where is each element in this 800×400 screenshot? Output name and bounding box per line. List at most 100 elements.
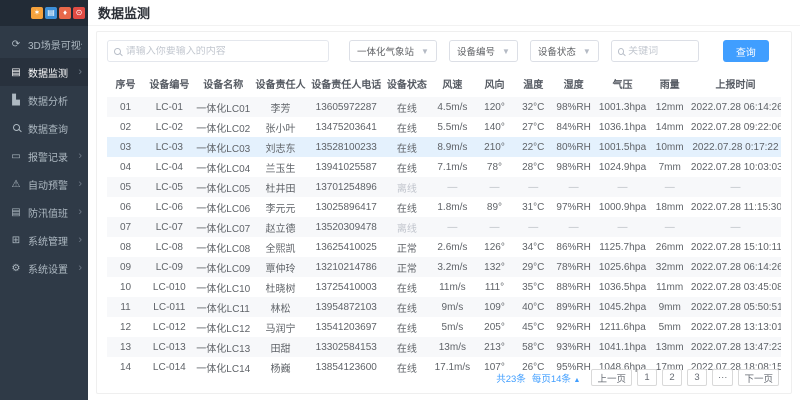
table-cell: 13 bbox=[107, 337, 144, 357]
filter-bar: 一体化气象站 ▼ 设备编号 ▼ 设备状态 ▼ 查询 bbox=[97, 32, 791, 68]
launcher-coral-icon[interactable]: ♦ bbox=[59, 7, 71, 19]
table-cell: 2022.07.28 03:45:08 bbox=[690, 277, 781, 297]
table-row[interactable]: 10LC-010一体化LC10杜晓树13725410003在线11m/s111°… bbox=[107, 277, 781, 297]
sidebar-item-data-query[interactable]: 数据查询 bbox=[0, 114, 88, 142]
launcher-blue-icon[interactable]: ▤ bbox=[45, 7, 57, 19]
table-row[interactable]: 07LC-07一体化LC07赵立德13520309478离线——————— bbox=[107, 217, 781, 237]
table-cell: 1036.1hpa bbox=[596, 117, 650, 137]
launcher-orange-icon[interactable]: ✶ bbox=[31, 7, 43, 19]
search-input-wrapper bbox=[107, 40, 329, 62]
table-cell: — bbox=[649, 217, 689, 237]
sidebar-item-label: 防汛值班 bbox=[28, 205, 78, 220]
table-cell: LC-010 bbox=[144, 277, 195, 297]
table-cell: 58°C bbox=[515, 337, 552, 357]
table-cell: 80%RH bbox=[552, 137, 596, 157]
table-cell: 杜井田 bbox=[252, 177, 309, 197]
device-number-dropdown[interactable]: 设备编号 ▼ bbox=[449, 40, 518, 62]
table-cell: 3.2m/s bbox=[430, 257, 474, 277]
table-cell: LC-01 bbox=[144, 97, 195, 117]
page-size-select[interactable]: 每页14条 ▲ bbox=[532, 371, 581, 385]
table-cell: 一体化LC12 bbox=[195, 317, 252, 337]
search-input[interactable] bbox=[126, 46, 322, 57]
keyword-input[interactable] bbox=[628, 46, 692, 57]
globe-icon: ⟳ bbox=[9, 39, 23, 50]
table-row[interactable]: 01LC-01一体化LC01李芳13605972287在线4.5m/s120°3… bbox=[107, 97, 781, 117]
station-type-dropdown[interactable]: 一体化气象站 ▼ bbox=[349, 40, 437, 62]
sidebar-item-system-settings[interactable]: ⚙ 系统设置 › bbox=[0, 254, 88, 282]
table-cell: 40°C bbox=[515, 297, 552, 317]
page-number-buttons: 123 bbox=[637, 369, 707, 386]
device-table-wrapper: 序号设备编号设备名称设备责任人设备责任人电话设备状态风速风向温度湿度气压雨量上报… bbox=[97, 68, 791, 364]
table-cell: 一体化LC11 bbox=[195, 297, 252, 317]
table-cell: 13025896417 bbox=[309, 197, 383, 217]
table-cell: 13625410025 bbox=[309, 237, 383, 257]
table-cell: 7mm bbox=[649, 157, 689, 177]
device-table: 序号设备编号设备名称设备责任人设备责任人电话设备状态风速风向温度湿度气压雨量上报… bbox=[107, 70, 781, 377]
table-cell: 92%RH bbox=[552, 317, 596, 337]
table-cell: 2022.07.28 10:03:03 bbox=[690, 157, 781, 177]
table-cell: — bbox=[515, 177, 552, 197]
table-row[interactable]: 06LC-06一体化LC06李元元13025896417在线1.8m/s89°3… bbox=[107, 197, 781, 217]
sidebar-item-alarm-records[interactable]: ▭ 报警记录 › bbox=[0, 142, 88, 170]
table-cell: 2022.07.28 05:50:51 bbox=[690, 297, 781, 317]
table-row[interactable]: 08LC-08一体化LC08全熙凯13625410025正常2.6m/s126°… bbox=[107, 237, 781, 257]
chevron-right-icon: › bbox=[78, 234, 82, 246]
table-row[interactable]: 13LC-013一体化LC13田甜13302584153在线13m/s213°5… bbox=[107, 337, 781, 357]
table-cell: 06 bbox=[107, 197, 144, 217]
table-cell: 1000.9hpa bbox=[596, 197, 650, 217]
table-cell: 07 bbox=[107, 217, 144, 237]
table-cell: LC-07 bbox=[144, 217, 195, 237]
table-cell: 10mm bbox=[649, 137, 689, 157]
table-cell: 18mm bbox=[649, 197, 689, 217]
sidebar-item-data-monitor[interactable]: ▤ 数据监测 › bbox=[0, 58, 88, 86]
column-header: 设备名称 bbox=[195, 70, 252, 97]
table-cell: 5mm bbox=[649, 317, 689, 337]
page-button-1[interactable]: 1 bbox=[637, 369, 657, 386]
prev-page-button[interactable]: 上一页 bbox=[591, 369, 632, 386]
table-cell: 4.5m/s bbox=[430, 97, 474, 117]
table-cell: 1001.5hpa bbox=[596, 137, 650, 157]
sidebar-item-system-manage[interactable]: ⊞ 系统管理 › bbox=[0, 226, 88, 254]
table-cell: 李芳 bbox=[252, 97, 309, 117]
sidebar-item-data-analysis[interactable]: ▙ 数据分析 bbox=[0, 86, 88, 114]
table-row[interactable]: 05LC-05一体化LC05杜井田13701254896离线——————— bbox=[107, 177, 781, 197]
table-row[interactable]: 12LC-012一体化LC12马润宁13541203697在线5m/s205°4… bbox=[107, 317, 781, 337]
page-ellipsis-button[interactable]: ··· bbox=[712, 369, 734, 386]
table-cell: 13941025587 bbox=[309, 157, 383, 177]
next-page-button[interactable]: 下一页 bbox=[738, 369, 779, 386]
table-cell: — bbox=[690, 217, 781, 237]
table-cell: 140° bbox=[474, 117, 514, 137]
pagination-summary: 共23条 每页14条 ▲ bbox=[496, 371, 580, 385]
page-button-2[interactable]: 2 bbox=[662, 369, 682, 386]
table-cell: 刘志东 bbox=[252, 137, 309, 157]
table-row[interactable]: 04LC-04一体化LC04兰玉生13941025587在线7.1m/s78°2… bbox=[107, 157, 781, 177]
sidebar-item-flood-duty[interactable]: ▤ 防汛值班 › bbox=[0, 198, 88, 226]
page-button-3[interactable]: 3 bbox=[687, 369, 707, 386]
launcher-red-icon[interactable]: ⊙ bbox=[73, 7, 85, 19]
table-row[interactable]: 02LC-02一体化LC02张小叶13475203641在线5.5m/s140°… bbox=[107, 117, 781, 137]
table-cell: 13475203641 bbox=[309, 117, 383, 137]
table-cell: 张小叶 bbox=[252, 117, 309, 137]
search-icon bbox=[114, 48, 121, 55]
sidebar-item-auto-warning[interactable]: ⚠ 自动预警 › bbox=[0, 170, 88, 198]
table-cell: LC-08 bbox=[144, 237, 195, 257]
sidebar: ✶ ▤ ♦ ⊙ ⟳ 3D场景可视化 ▤ 数据监测 › ▙ 数据分析 数据查询 ▭… bbox=[0, 0, 88, 400]
table-cell: 一体化LC13 bbox=[195, 337, 252, 357]
query-button[interactable]: 查询 bbox=[723, 40, 769, 62]
sidebar-item-3d-view[interactable]: ⟳ 3D场景可视化 bbox=[0, 30, 88, 58]
table-cell: LC-03 bbox=[144, 137, 195, 157]
table-cell: 12mm bbox=[649, 97, 689, 117]
table-cell: 5m/s bbox=[430, 317, 474, 337]
table-cell: 一体化LC09 bbox=[195, 257, 252, 277]
column-header: 上报时间 bbox=[690, 70, 781, 97]
table-row[interactable]: 11LC-011一体化LC11林松13954872103在线9m/s109°40… bbox=[107, 297, 781, 317]
sidebar-logo-bar: ✶ ▤ ♦ ⊙ bbox=[0, 0, 88, 26]
table-row[interactable]: 03LC-03一体化LC03刘志东13528100233在线8.9m/s210°… bbox=[107, 137, 781, 157]
table-row[interactable]: 09LC-09一体化LC09覃仲玲13210214786正常3.2m/s132°… bbox=[107, 257, 781, 277]
device-status-dropdown[interactable]: 设备状态 ▼ bbox=[530, 40, 599, 62]
table-cell: 89%RH bbox=[552, 297, 596, 317]
table-cell: 28°C bbox=[515, 157, 552, 177]
book-icon: ▤ bbox=[9, 67, 23, 78]
chevron-right-icon: › bbox=[78, 66, 82, 78]
table-cell: 13302584153 bbox=[309, 337, 383, 357]
